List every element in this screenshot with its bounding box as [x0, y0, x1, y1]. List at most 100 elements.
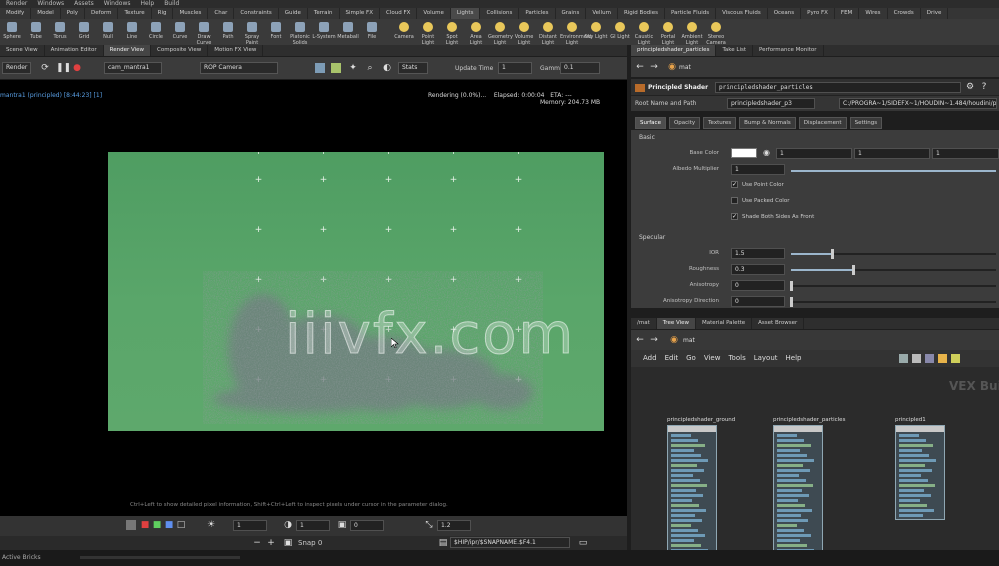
albedo-multiplier-field[interactable]: 1 [731, 164, 785, 175]
refresh-icon[interactable]: ⟳ [40, 63, 50, 73]
shelf-tab-muscles[interactable]: Muscles [173, 8, 209, 19]
shader-node-0[interactable] [667, 425, 717, 550]
light-tool-environment-light[interactable]: Environment Light [560, 19, 592, 46]
spec-field-1[interactable]: 0.3 [731, 264, 785, 275]
render-button[interactable]: Render [2, 62, 32, 74]
shelf-tab-constraints[interactable]: Constraints [234, 8, 279, 19]
node-icon[interactable] [899, 354, 908, 363]
shelf-tool-grid[interactable]: Grid [72, 19, 96, 45]
menu-item-3[interactable]: Windows [104, 0, 131, 8]
rop-camera-select[interactable]: ROP Camera [200, 62, 278, 74]
shader-name-field[interactable]: principledshader_particles [715, 82, 961, 93]
spec-field-0[interactable]: 1.5 [731, 248, 785, 259]
tab-composite-view[interactable]: Composite View [151, 45, 209, 56]
shelf-tool-circle[interactable]: Circle [144, 19, 168, 45]
help-icon[interactable]: ? [979, 82, 989, 92]
pause-icon[interactable]: ❚❚ [56, 63, 71, 73]
blue-channel-icon[interactable]: ■ [164, 520, 174, 530]
shelf-tool-spray-paint[interactable]: Spray Paint [240, 19, 264, 46]
slider-knob[interactable] [790, 281, 793, 291]
shelf-tab-viscous-fluids[interactable]: Viscous Fluids [716, 8, 768, 19]
checkbox-0[interactable]: ✓ [731, 181, 738, 188]
shelf-tool-line[interactable]: Line [120, 19, 144, 45]
shelf-tool-curve[interactable]: Curve [168, 19, 192, 45]
update-time-field[interactable]: 1 [498, 62, 532, 74]
menu-item-4[interactable]: Help [141, 0, 155, 8]
shelf-tab-particles[interactable]: Particles [519, 8, 556, 19]
subtab-textures[interactable]: Textures [703, 117, 737, 129]
back-arrow-icon[interactable]: ← [635, 62, 645, 72]
shelf-tab-collisions[interactable]: Collisions [480, 8, 520, 19]
zoom-icon[interactable]: ⌕ [365, 63, 375, 73]
base-color-b-field[interactable]: 1 [932, 148, 999, 159]
snapshot-icon[interactable]: ▣ [283, 538, 293, 548]
tab-param-0[interactable]: principledshader_particles [631, 45, 717, 56]
shelf-tab-lights[interactable]: Lights [450, 8, 481, 19]
zoom-field[interactable]: 1.2 [437, 520, 471, 531]
base-color-g-field[interactable]: 1 [854, 148, 930, 159]
shelf-tab-volume[interactable]: Volume [417, 8, 451, 19]
gear-icon[interactable]: ⚙ [965, 82, 975, 92]
shelf-tool-l-system[interactable]: L-System [312, 19, 336, 45]
shelf-tab-rig[interactable]: Rig [152, 8, 174, 19]
network-path[interactable]: mat [683, 337, 695, 344]
subtab-surface[interactable]: Surface [635, 117, 666, 129]
tab-net-3[interactable]: Asset Browser [752, 318, 805, 329]
menu-item-2[interactable]: Assets [74, 0, 94, 8]
subtab-displacement[interactable]: Displacement [798, 117, 847, 129]
tab-scene-view[interactable]: Scene View [0, 45, 45, 56]
light-tool-volume-light[interactable]: Volume Light [512, 19, 536, 46]
subtab-bump-normals[interactable]: Bump & Normals [739, 117, 796, 129]
shelf-tab-deform[interactable]: Deform [85, 8, 119, 19]
light-tool-caustic-light[interactable]: Caustic Light [632, 19, 656, 46]
shelf-tab-char[interactable]: Char [208, 8, 235, 19]
menu-item-1[interactable]: Windows [37, 0, 64, 8]
light-tool-area-light[interactable]: Area Light [464, 19, 488, 46]
subtab-settings[interactable]: Settings [849, 117, 883, 129]
tab-net-1[interactable]: Tree View [656, 318, 697, 329]
light-tool-gi-light[interactable]: GI Light [608, 19, 632, 45]
plus-icon[interactable]: + [266, 538, 276, 548]
shader-node-2[interactable] [895, 425, 945, 520]
param-obj-path[interactable]: mat [679, 64, 691, 71]
shelf-tab-wires[interactable]: Wires [859, 8, 888, 19]
tab-net-2[interactable]: Material Palette [696, 318, 753, 329]
forward-arrow-icon[interactable]: → [649, 62, 659, 72]
light-tool-spot-light[interactable]: Spot Light [440, 19, 464, 46]
checkbox-1[interactable] [731, 197, 738, 204]
shelf-tab-simple-fx[interactable]: Simple FX [340, 8, 380, 19]
light-tool-point-light[interactable]: Point Light [416, 19, 440, 46]
shelf-tab-poly[interactable]: Poly [61, 8, 86, 19]
spec-field-3[interactable]: 0 [731, 296, 785, 307]
shelf-tab-rigid-bodies[interactable]: Rigid Bodies [618, 8, 665, 19]
render-viewport[interactable]: mantra1 (principled) [8:44:23] [1] Rende… [0, 80, 627, 516]
menu-item-5[interactable]: Build [164, 0, 179, 8]
net-menu-go[interactable]: Go [686, 350, 696, 367]
alpha-channel-icon[interactable]: □ [176, 520, 186, 530]
shape-icon[interactable] [951, 354, 960, 363]
shelf-tab-pyro-fx[interactable]: Pyro FX [801, 8, 835, 19]
light-tool-sky-light[interactable]: Sky Light [584, 19, 608, 45]
channels-icon[interactable] [126, 520, 136, 530]
shelf-tab-oceans[interactable]: Oceans [768, 8, 802, 19]
snapshot-path-field[interactable]: $HIP/ipr/$SNAPNAME.$F4.1 [450, 537, 570, 548]
shelf-tool-draw-curve[interactable]: Draw Curve [192, 19, 216, 46]
spec-slider-0[interactable] [791, 249, 996, 259]
color-wheel-icon[interactable]: ◉ [763, 148, 770, 157]
base-color-swatch[interactable] [731, 148, 757, 158]
slider-knob[interactable] [790, 297, 793, 307]
light-icon[interactable]: ✦ [348, 63, 358, 73]
shelf-tab-particle-fluids[interactable]: Particle Fluids [665, 8, 717, 19]
tab-render-view[interactable]: Render View [103, 45, 152, 56]
spec-slider-2[interactable] [790, 281, 996, 291]
frame3-field[interactable]: 0 [350, 520, 384, 531]
forward-arrow-icon[interactable]: → [649, 335, 659, 345]
net-menu-add[interactable]: Add [643, 350, 657, 367]
slider-knob[interactable] [851, 265, 855, 275]
shelf-tab-grains[interactable]: Grains [556, 8, 587, 19]
grid-icon[interactable] [912, 354, 921, 363]
light-tool-ambient-light[interactable]: Ambient Light [680, 19, 704, 46]
preview-icon[interactable] [315, 63, 325, 73]
minus-icon[interactable]: − [252, 538, 262, 548]
light-tool-stereo-camera[interactable]: Stereo Camera [704, 19, 728, 46]
